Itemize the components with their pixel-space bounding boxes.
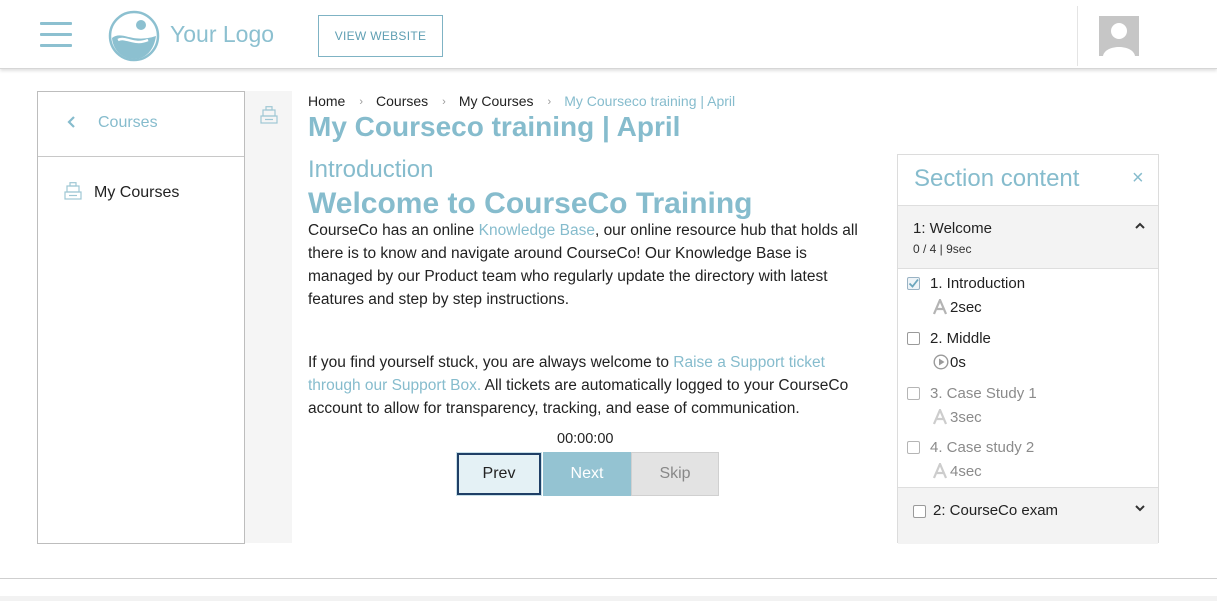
activity-checkbox[interactable]: [907, 277, 920, 290]
activity-name[interactable]: 3. Case Study 1: [930, 385, 1037, 402]
user-avatar[interactable]: [1099, 16, 1139, 56]
back-to-courses-link[interactable]: Courses: [38, 92, 244, 157]
chevron-down-icon[interactable]: [1134, 502, 1146, 514]
hamburger-menu-icon[interactable]: [40, 22, 72, 48]
section-title: 1: Welcome: [913, 220, 992, 237]
activity-duration: 3sec: [950, 409, 982, 426]
collapsed-side-strip: [245, 91, 292, 543]
courses-icon: [64, 182, 82, 200]
knowledge-base-link[interactable]: Knowledge Base: [479, 222, 595, 239]
paragraph-text: If you find yourself stuck, you are alwa…: [308, 354, 674, 371]
breadcrumb-my-courses[interactable]: My Courses: [459, 93, 534, 109]
close-icon[interactable]: ×: [1132, 167, 1144, 190]
footer-bar: [0, 596, 1217, 601]
section-header-exam[interactable]: 2: CourseCo exam: [898, 487, 1158, 544]
breadcrumb-current: My Courseco training | April: [564, 93, 736, 109]
panel-title: Section content: [914, 165, 1080, 192]
view-website-button[interactable]: VIEW WEBSITE: [318, 15, 443, 57]
chevron-right-icon: ›: [442, 96, 446, 108]
section-content-panel: Section content × 1: Welcome 0 / 4 | 9se…: [897, 154, 1159, 544]
activity-name[interactable]: 2. Middle: [930, 330, 991, 347]
chevron-right-icon: ›: [547, 96, 552, 108]
page-title: My Courseco training | April: [308, 111, 681, 142]
activity-checkbox[interactable]: [907, 332, 920, 345]
text-icon: [933, 463, 947, 479]
breadcrumb: Home › Courses › My Courses › My Courseco trai…: [308, 93, 735, 109]
video-icon: [933, 354, 949, 370]
chevron-left-icon: [67, 116, 75, 128]
nav-item-my-courses[interactable]: My Courses: [38, 172, 244, 208]
content-paragraph: If you find yourself stuck, you are alwa…: [308, 351, 873, 420]
breadcrumb-courses[interactable]: Courses: [376, 93, 428, 109]
breadcrumb-home[interactable]: Home: [308, 93, 345, 109]
activity-duration: 4sec: [950, 463, 982, 480]
courses-icon[interactable]: [259, 106, 279, 124]
section-header-welcome[interactable]: 1: Welcome 0 / 4 | 9sec: [898, 205, 1158, 269]
section-progress: 0 / 4 | 9sec: [913, 242, 972, 256]
text-icon: [933, 409, 947, 425]
activity-name[interactable]: 1. Introduction: [930, 275, 1025, 292]
paragraph-text: CourseCo has an online: [308, 222, 479, 239]
checkmark-icon: [908, 278, 919, 288]
top-header: Your Logo VIEW WEBSITE: [0, 0, 1217, 69]
chevron-up-icon[interactable]: [1134, 220, 1146, 232]
activity-name[interactable]: 4. Case study 2: [930, 439, 1034, 456]
back-to-courses-label: Courses: [98, 114, 158, 131]
activity-timer: 00:00:00: [557, 431, 614, 447]
activity-item[interactable]: 3. Case Study 1 3sec: [898, 379, 1158, 433]
activity-item[interactable]: 4. Case study 2 4sec: [898, 433, 1158, 487]
activity-title: Introduction: [308, 156, 434, 183]
activity-item[interactable]: 2. Middle 0s: [898, 324, 1158, 378]
logo-text[interactable]: Your Logo: [170, 21, 274, 48]
footer-divider: [0, 578, 1217, 579]
logo-icon[interactable]: [108, 10, 160, 62]
text-icon: [933, 299, 947, 315]
activity-checkbox[interactable]: [907, 441, 920, 454]
section-title: 2: CourseCo exam: [933, 502, 1059, 519]
course-navigation-drawer: Courses My Courses: [37, 91, 245, 544]
next-button[interactable]: Next: [543, 452, 631, 496]
activity-duration: 0s: [950, 354, 966, 371]
content-paragraph: CourseCo has an online Knowledge Base, o…: [308, 219, 873, 311]
nav-item-label: My Courses: [94, 184, 180, 201]
content-heading: Welcome to CourseCo Training: [308, 187, 753, 220]
activity-checkbox[interactable]: [907, 387, 920, 400]
activity-item[interactable]: 1. Introduction 2sec: [898, 269, 1158, 323]
skip-button[interactable]: Skip: [631, 452, 719, 496]
chevron-right-icon: ›: [359, 96, 364, 108]
header-divider: [1077, 6, 1078, 66]
prev-button[interactable]: Prev: [457, 453, 541, 495]
section-checkbox[interactable]: [913, 505, 926, 518]
activity-duration: 2sec: [950, 299, 982, 316]
